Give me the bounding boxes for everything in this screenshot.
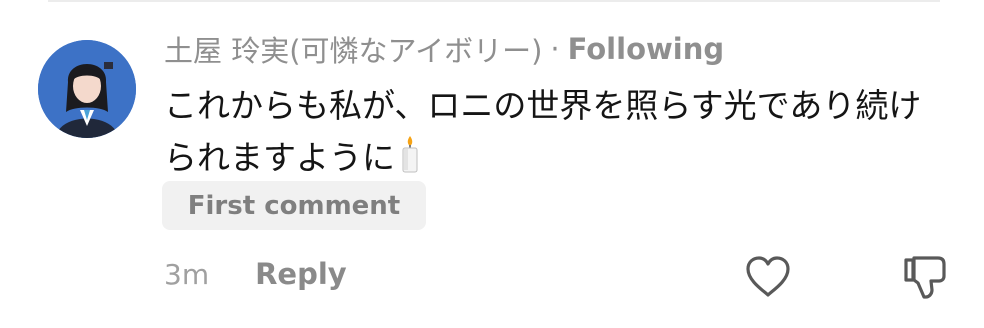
- header-separator: ·: [550, 32, 560, 66]
- comment-actions: 3m Reply: [164, 252, 347, 296]
- thumbs-down-icon: [904, 256, 946, 299]
- author-name[interactable]: 土屋 玲実(可憐なアイボリー): [164, 28, 542, 70]
- heart-icon: [746, 256, 790, 297]
- comment-time: 3m: [164, 257, 210, 291]
- comment-text: これからも私が、ロニの世界を照らす光であり続けられますように: [164, 80, 954, 188]
- comment-header: 土屋 玲実(可憐なアイボリー) · Following: [164, 28, 724, 70]
- avatar[interactable]: [38, 40, 136, 138]
- following-label: Following: [567, 32, 725, 66]
- reply-button[interactable]: Reply: [255, 257, 347, 291]
- first-comment-badge: First comment: [162, 181, 426, 230]
- dislike-button[interactable]: [900, 252, 950, 300]
- comment-body: これからも私が、ロニの世界を照らす光であり続けられますように: [164, 86, 922, 177]
- top-divider: [48, 0, 940, 2]
- avatar-image: [38, 40, 136, 138]
- like-button[interactable]: [744, 255, 792, 299]
